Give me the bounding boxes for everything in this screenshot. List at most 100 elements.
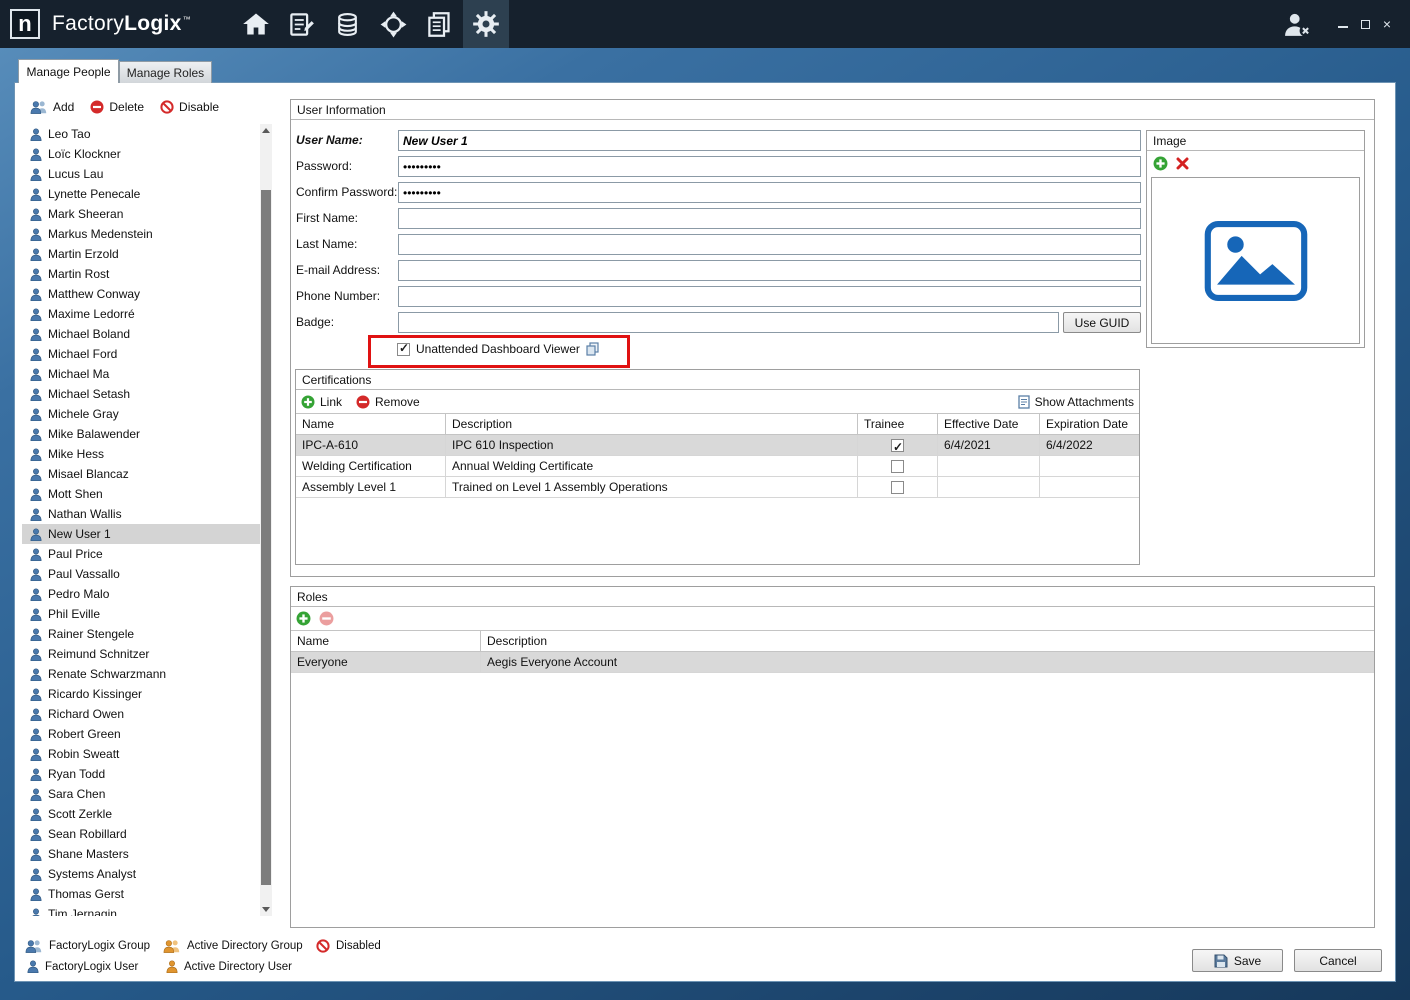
list-item[interactable]: Maxime Ledorré — [22, 304, 260, 324]
list-item[interactable]: Mark Sheeran — [22, 204, 260, 224]
list-item[interactable]: Michael Ma — [22, 364, 260, 384]
list-item[interactable]: Martin Rost — [22, 264, 260, 284]
scroll-up-button[interactable] — [260, 124, 272, 137]
table-row[interactable]: Everyone Aegis Everyone Account — [291, 652, 1374, 673]
disable-person-button[interactable]: Disable — [160, 100, 219, 114]
roles-toolbar — [291, 607, 1374, 630]
list-item[interactable]: Loïc Klockner — [22, 144, 260, 164]
password-field[interactable] — [398, 156, 1141, 177]
minimize-button[interactable] — [1332, 11, 1354, 37]
column-header-expiration-date[interactable]: Expiration Date — [1040, 414, 1139, 434]
list-item[interactable]: Scott Zerkle — [22, 804, 260, 824]
add-role-icon[interactable] — [296, 611, 311, 626]
list-item[interactable]: Rainer Stengele — [22, 624, 260, 644]
delete-person-button[interactable]: Delete — [90, 100, 144, 114]
tab-manage-people[interactable]: Manage People — [18, 59, 119, 83]
person-icon — [30, 188, 42, 201]
last-name-field[interactable] — [398, 234, 1141, 255]
list-item[interactable]: Tim Jernagin — [22, 904, 260, 916]
scrollbar-thumb[interactable] — [261, 190, 271, 885]
list-item[interactable]: Lynette Penecale — [22, 184, 260, 204]
column-header-effective-date[interactable]: Effective Date — [938, 414, 1040, 434]
reports-icon[interactable] — [417, 0, 463, 48]
list-item[interactable]: Renate Schwarzmann — [22, 664, 260, 684]
trainee-checkbox[interactable] — [891, 460, 904, 473]
list-item[interactable]: Shane Masters — [22, 844, 260, 864]
remove-certification-button[interactable]: Remove — [356, 395, 420, 409]
list-item[interactable]: Matthew Conway — [22, 284, 260, 304]
list-item[interactable]: Markus Medenstein — [22, 224, 260, 244]
add-image-icon[interactable] — [1153, 156, 1168, 171]
list-item[interactable]: Mike Balawender — [22, 424, 260, 444]
people-scrollbar[interactable] — [260, 124, 272, 916]
list-item[interactable]: Ricardo Kissinger — [22, 684, 260, 704]
list-item[interactable]: Misael Blancaz — [22, 464, 260, 484]
remove-image-icon[interactable] — [1176, 157, 1189, 170]
column-header-description[interactable]: Description — [446, 414, 858, 434]
first-name-field[interactable] — [398, 208, 1141, 229]
table-row[interactable]: IPC-A-610 IPC 610 Inspection 6/4/2021 6/… — [296, 435, 1139, 456]
use-guid-button[interactable]: Use GUID — [1063, 312, 1141, 333]
list-item[interactable]: Pedro Malo — [22, 584, 260, 604]
person-icon — [30, 908, 42, 917]
list-item[interactable]: Mott Shen — [22, 484, 260, 504]
document-edit-icon[interactable] — [279, 0, 325, 48]
column-header-name[interactable]: Name — [296, 414, 446, 434]
close-button[interactable]: × — [1376, 11, 1398, 37]
list-item[interactable]: Robert Green — [22, 724, 260, 744]
tab-manage-roles[interactable]: Manage Roles — [119, 61, 212, 83]
trainee-checkbox[interactable] — [891, 481, 904, 494]
list-item[interactable]: Nathan Wallis — [22, 504, 260, 524]
phone-field[interactable] — [398, 286, 1141, 307]
list-item[interactable]: Martin Erzold — [22, 244, 260, 264]
list-item[interactable]: Michele Gray — [22, 404, 260, 424]
list-item[interactable]: Thomas Gerst — [22, 884, 260, 904]
list-item[interactable]: Sean Robillard — [22, 824, 260, 844]
active-directory-group-icon — [163, 939, 181, 953]
add-person-button[interactable]: Add — [30, 100, 74, 114]
list-item[interactable]: Lucus Lau — [22, 164, 260, 184]
list-item[interactable]: Paul Price — [22, 544, 260, 564]
badge-field[interactable] — [398, 312, 1059, 333]
save-button[interactable]: Save — [1192, 949, 1283, 972]
show-attachments-button[interactable]: Show Attachments — [1018, 395, 1134, 409]
confirm-password-field[interactable] — [398, 182, 1141, 203]
trainee-checkbox[interactable] — [891, 439, 904, 452]
logout-user-icon[interactable] — [1282, 12, 1312, 37]
link-certification-button[interactable]: Link — [301, 395, 342, 409]
list-item[interactable]: Mike Hess — [22, 444, 260, 464]
list-item[interactable]: Michael Setash — [22, 384, 260, 404]
maximize-button[interactable] — [1354, 11, 1376, 37]
list-item[interactable]: Phil Eville — [22, 604, 260, 624]
person-name: Michael Ford — [48, 347, 117, 361]
person-icon — [30, 448, 42, 461]
list-item[interactable]: Michael Ford — [22, 344, 260, 364]
list-item[interactable]: Sara Chen — [22, 784, 260, 804]
user-name-field[interactable] — [398, 130, 1141, 151]
table-row[interactable]: Welding Certification Annual Welding Cer… — [296, 456, 1139, 477]
list-item[interactable]: Paul Vassallo — [22, 564, 260, 584]
dispatch-icon[interactable] — [371, 0, 417, 48]
person-name: Misael Blancaz — [48, 467, 129, 481]
list-item[interactable]: Leo Tao — [22, 124, 260, 144]
home-icon[interactable] — [233, 0, 279, 48]
email-field[interactable] — [398, 260, 1141, 281]
list-item[interactable]: New User 1 — [22, 524, 260, 544]
roles-column-name[interactable]: Name — [291, 631, 481, 651]
column-header-trainee[interactable]: Trainee — [858, 414, 938, 434]
cancel-button[interactable]: Cancel — [1294, 949, 1382, 972]
database-icon[interactable] — [325, 0, 371, 48]
roles-column-description[interactable]: Description — [481, 631, 1374, 651]
remove-role-icon[interactable] — [319, 611, 334, 626]
list-item[interactable]: Robin Sweatt — [22, 744, 260, 764]
image-preview-area[interactable] — [1151, 177, 1360, 344]
gear-icon[interactable] — [463, 0, 509, 48]
list-item[interactable]: Ryan Todd — [22, 764, 260, 784]
list-item[interactable]: Reimund Schnitzer — [22, 644, 260, 664]
list-item[interactable]: Michael Boland — [22, 324, 260, 344]
table-row[interactable]: Assembly Level 1 Trained on Level 1 Asse… — [296, 477, 1139, 498]
list-item[interactable]: Richard Owen — [22, 704, 260, 724]
scroll-down-button[interactable] — [260, 903, 272, 916]
user-information-title: User Information — [291, 100, 1374, 120]
list-item[interactable]: Systems Analyst — [22, 864, 260, 884]
